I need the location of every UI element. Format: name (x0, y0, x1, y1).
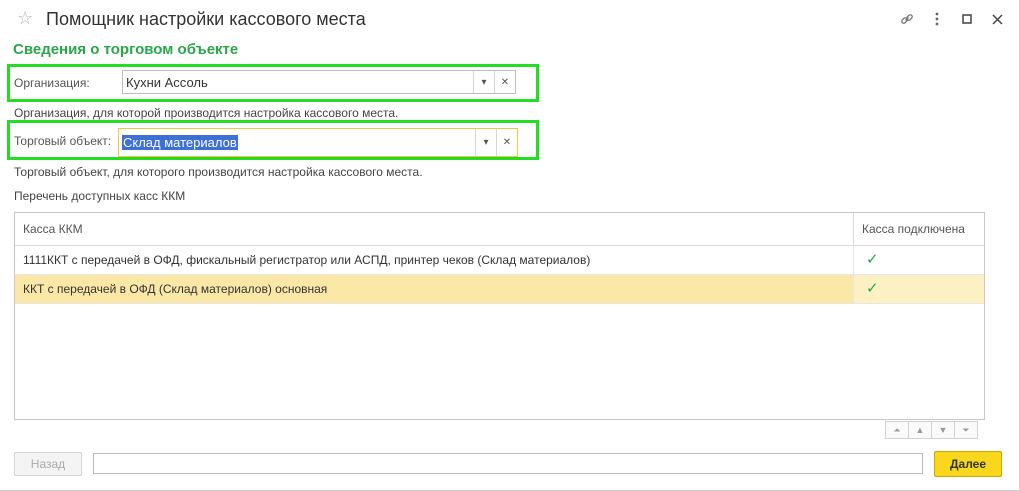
trade-object-field[interactable]: Склад материалов ▾ ✕ (118, 128, 518, 157)
back-button[interactable]: Назад (14, 452, 82, 476)
kkm-table: Касса ККМ Касса подключена 1111ККТ с пер… (14, 212, 985, 420)
section-title: Сведения о торговом объекте (13, 41, 239, 58)
organization-label: Организация: (14, 76, 90, 90)
clear-icon[interactable]: ✕ (496, 129, 517, 156)
trade-object-value: Склад материалов (122, 135, 238, 150)
trade-object-label: Торговый объект: (14, 134, 112, 148)
trade-object-input[interactable]: Склад материалов (119, 135, 475, 150)
scroll-to-bottom-icon[interactable]: ⏷ (954, 421, 978, 439)
progress-field (93, 453, 923, 474)
column-header-connected[interactable]: Касса подключена (853, 213, 984, 245)
table-row-selected[interactable]: ККТ с передачей в ОФД (Склад материалов)… (15, 275, 984, 304)
link-icon[interactable] (892, 10, 922, 28)
organization-hint: Организация, для которой производится на… (14, 106, 399, 120)
title-bar-controls (892, 10, 1012, 28)
table-header: Касса ККМ Касса подключена (15, 213, 984, 246)
organization-value[interactable]: Кухни Ассоль (123, 75, 473, 90)
check-icon: ✓ (866, 280, 879, 297)
kkm-name-cell: 1111ККТ с передачей в ОФД, фискальный ре… (23, 253, 591, 267)
check-icon: ✓ (866, 251, 879, 268)
scroll-down-icon[interactable]: ▼ (931, 421, 955, 439)
next-button[interactable]: Далее (934, 451, 1002, 477)
connected-cell[interactable]: ✓ (853, 246, 984, 274)
close-icon[interactable] (982, 10, 1012, 28)
more-icon[interactable] (922, 10, 952, 28)
kkm-name-cell: ККТ с передачей в ОФД (Склад материалов)… (23, 282, 328, 296)
star-icon[interactable]: ☆ (17, 8, 33, 28)
window-title: Помощник настройки кассового места (46, 9, 366, 29)
organization-field[interactable]: Кухни Ассоль ▾ ✕ (122, 70, 516, 94)
title-bar: ☆ Помощник настройки кассового места (0, 0, 1020, 38)
table-navigation: ⏶ ▲ ▼ ⏷ (885, 421, 978, 439)
table-row[interactable]: 1111ККТ с передачей в ОФД, фискальный ре… (15, 246, 984, 275)
connected-cell[interactable]: ✓ (853, 275, 984, 303)
dropdown-arrow-icon[interactable]: ▾ (473, 71, 494, 93)
scroll-to-top-icon[interactable]: ⏶ (885, 421, 909, 439)
assistant-window: ☆ Помощник настройки кассового места Све… (0, 0, 1020, 491)
dropdown-arrow-icon[interactable]: ▾ (475, 129, 496, 156)
scroll-up-icon[interactable]: ▲ (908, 421, 932, 439)
maximize-icon[interactable] (952, 10, 982, 28)
kkm-list-caption: Перечень доступных касс ККМ (14, 189, 186, 203)
column-header-kkm[interactable]: Касса ККМ (15, 213, 853, 245)
trade-object-hint: Торговый объект, для которого производит… (14, 165, 423, 179)
clear-icon[interactable]: ✕ (494, 71, 515, 93)
